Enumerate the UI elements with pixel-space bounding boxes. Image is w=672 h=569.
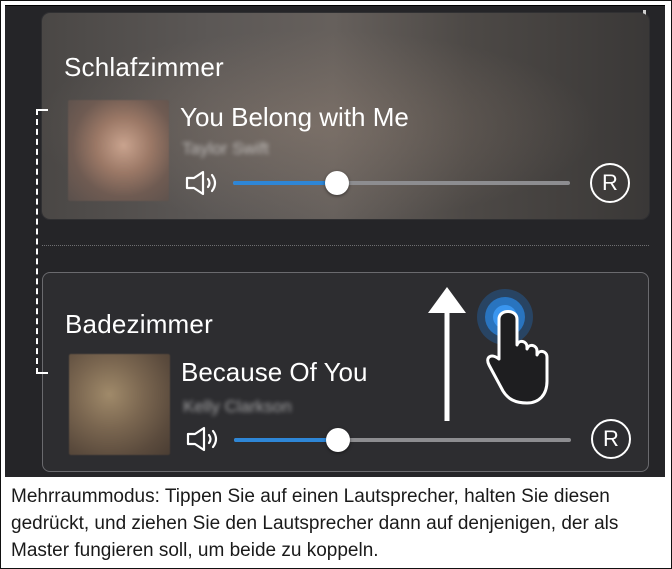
room-card-badezimmer[interactable]: Badezimmer Because Of You Kelly Clarkson… <box>42 272 649 472</box>
hand-tap-icon <box>477 289 549 405</box>
volume-fill <box>234 438 339 442</box>
arrow-up-icon <box>428 287 466 421</box>
group-divider <box>42 245 649 246</box>
room-title: Schlafzimmer <box>64 52 224 82</box>
volume-knob[interactable] <box>325 171 350 195</box>
app-screen: Schlafzimmer You Belong with Me Taylor S… <box>5 5 665 477</box>
room-card-schlafzimmer[interactable]: Schlafzimmer You Belong with Me Taylor S… <box>42 13 649 219</box>
album-cover <box>69 354 170 455</box>
volume-fill <box>233 181 338 185</box>
speaker-icon[interactable] <box>185 426 221 452</box>
album-cover <box>68 100 169 201</box>
speaker-icon[interactable] <box>184 170 220 196</box>
song-title: Because Of You <box>181 357 368 387</box>
artist-name: Kelly Clarkson <box>183 397 292 416</box>
repeat-button[interactable]: R <box>591 419 631 459</box>
room-title: Badezimmer <box>65 309 213 339</box>
repeat-button[interactable]: R <box>590 163 630 203</box>
song-title: You Belong with Me <box>180 102 409 132</box>
volume-slider[interactable] <box>233 171 570 195</box>
volume-slider[interactable] <box>234 428 571 452</box>
group-bracket <box>36 109 48 374</box>
screen-edge <box>5 5 665 6</box>
instruction-caption: Mehrraummodus: Tippen Sie auf einen Laut… <box>11 486 619 561</box>
artist-name: Taylor Swift <box>182 139 269 158</box>
volume-knob[interactable] <box>326 428 351 452</box>
